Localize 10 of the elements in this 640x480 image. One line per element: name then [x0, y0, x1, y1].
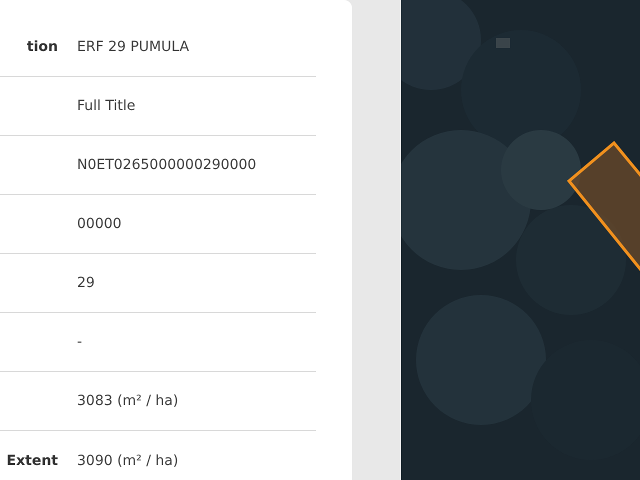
- field-value: N0ET0265000000290000: [77, 157, 258, 173]
- field-value: Full Title: [77, 98, 136, 114]
- field-value: -: [77, 334, 84, 350]
- field-label: Extent: [6, 452, 58, 468]
- field-value: 00000: [77, 216, 123, 232]
- field-value: 29: [77, 275, 96, 291]
- field-value: 3090 (m² / ha): [77, 452, 180, 468]
- field-label: tion: [26, 39, 58, 55]
- field-value: 3083 (m² / ha): [77, 393, 180, 409]
- field-value: ERF 29 PUMULA: [77, 39, 190, 55]
